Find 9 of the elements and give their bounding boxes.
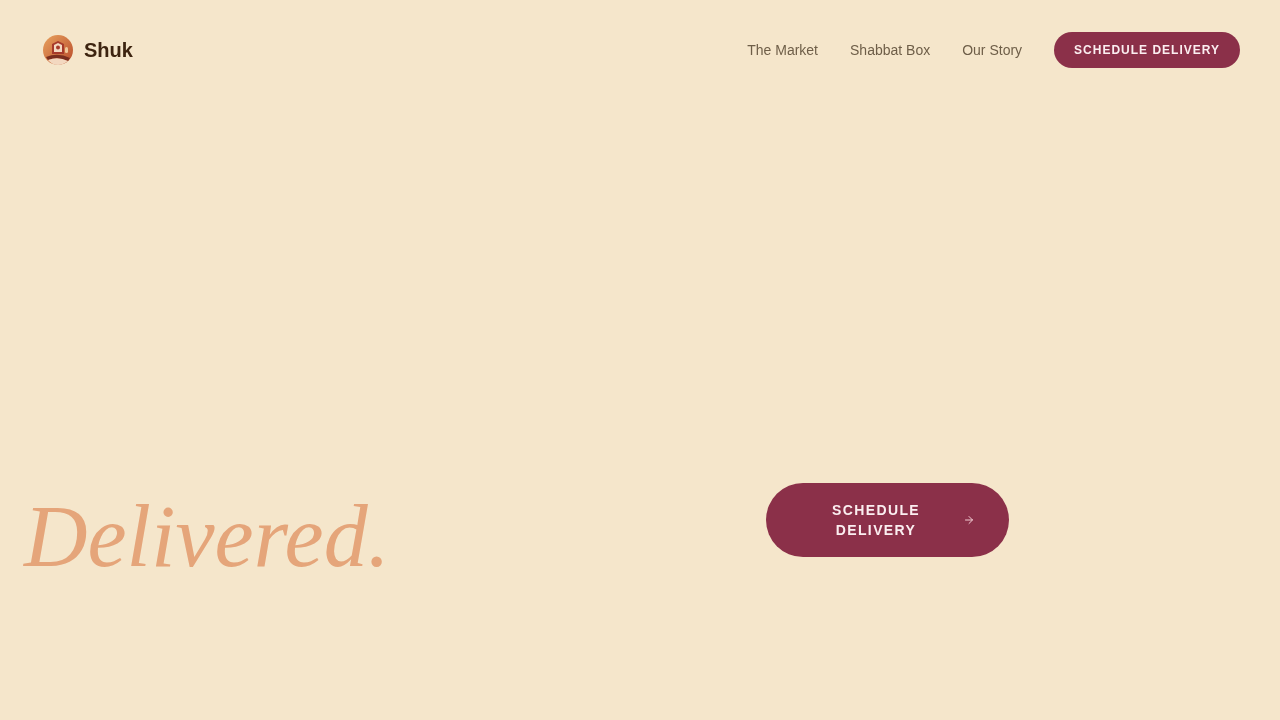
nav-link[interactable]: The Market (747, 42, 818, 58)
nav-link[interactable]: Our Story (962, 42, 1023, 58)
nav-link[interactable]: Shabbat Box (850, 42, 931, 58)
arrow-right-icon (963, 514, 975, 526)
hero-headline: Delivered. (24, 493, 391, 581)
brand-name: Shuk (84, 38, 133, 62)
schedule-delivery-button[interactable]: SCHEDULE DELIVERY (766, 483, 1009, 557)
schedule-delivery-button[interactable]: SCHEDULE DELIVERY (1054, 32, 1240, 68)
logo-icon (43, 35, 73, 65)
